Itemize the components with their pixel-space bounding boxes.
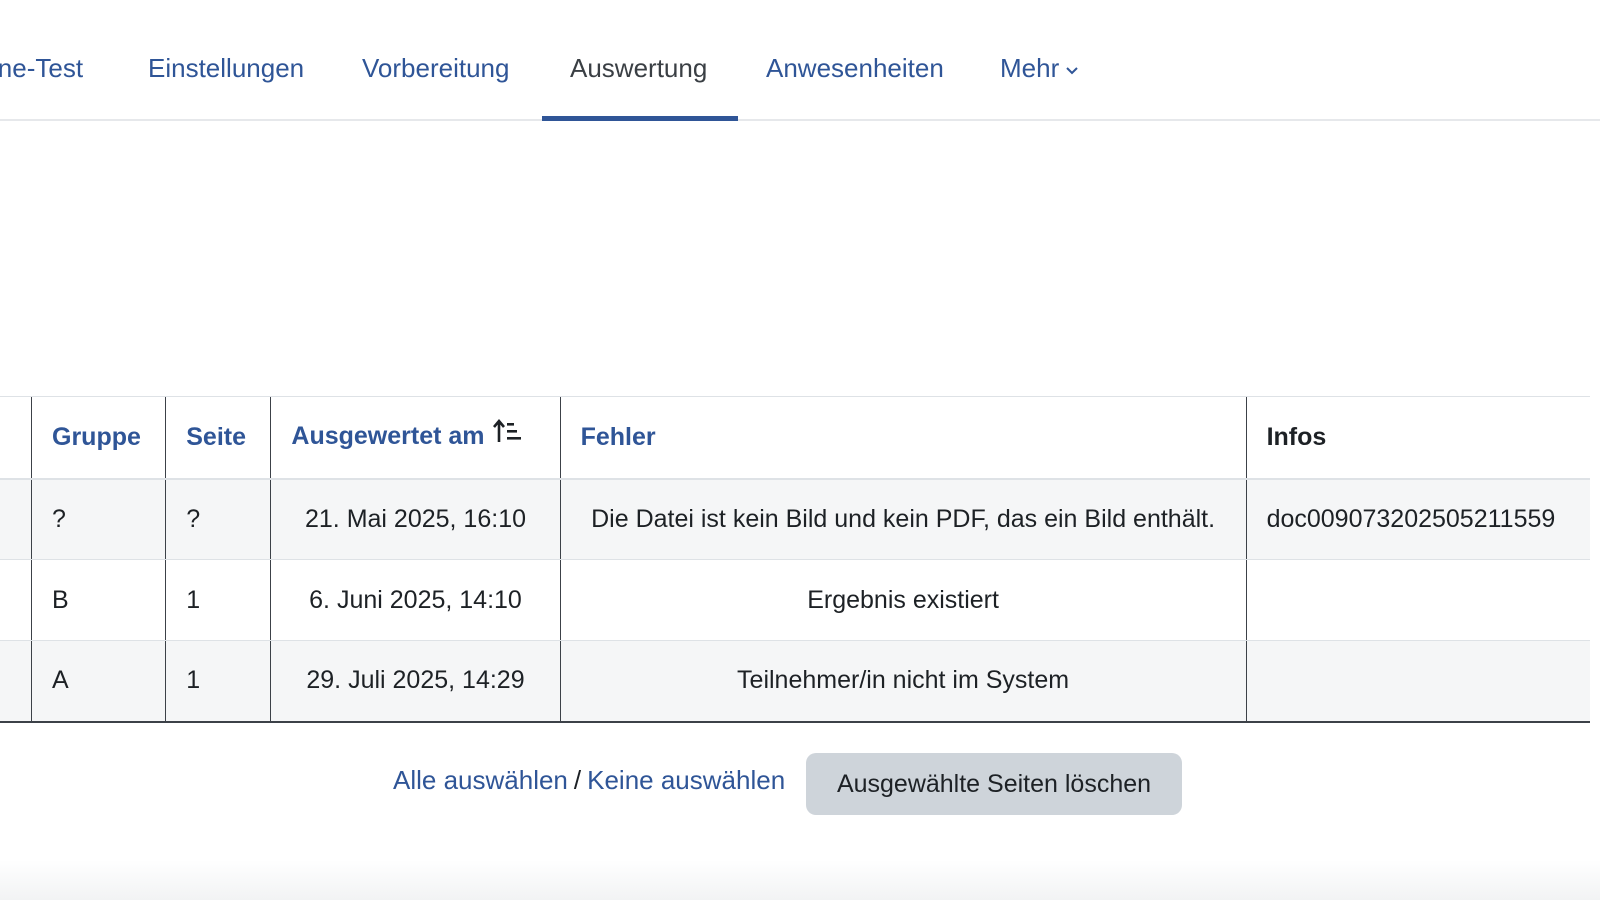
row-select-cell[interactable] <box>0 559 32 641</box>
tab-anwesenheiten[interactable]: Anwesenheiten <box>766 50 944 86</box>
cell-gruppe: A <box>30 640 166 723</box>
table-row[interactable]: B 1 6. Juni 2025, 14:10 Ergebnis existie… <box>0 559 1590 641</box>
cell-seite: 1 <box>165 559 271 641</box>
tab-online-test[interactable]: ine-Test <box>0 50 83 86</box>
header-cell-select <box>0 396 32 480</box>
cell-infos: doc009073202505211559 <box>1245 478 1590 560</box>
cell-fehler: Teilnehmer/in nicht im System <box>559 640 1247 723</box>
page-bottom-shadow <box>0 860 1600 900</box>
cell-gruppe: ? <box>30 478 166 560</box>
chevron-down-icon <box>1065 49 1079 85</box>
header-seite[interactable]: Seite <box>165 396 271 480</box>
cell-fehler: Ergebnis existiert <box>559 559 1247 641</box>
select-all-link[interactable]: Alle auswählen <box>393 765 568 795</box>
header-fehler-label: Fehler <box>580 422 656 451</box>
tab-auswertung[interactable]: Auswertung <box>570 50 707 86</box>
tab-einstellungen[interactable]: Einstellungen <box>148 50 304 86</box>
table-row[interactable]: A 1 29. Juli 2025, 14:29 Teilnehmer/in n… <box>0 640 1590 723</box>
cell-ausgewertet-am: 21. Mai 2025, 16:10 <box>270 478 561 560</box>
cell-gruppe: B <box>30 559 166 641</box>
table-header-row: Gruppe Seite Ausgewertet am Fehler Infos <box>0 396 1590 480</box>
cell-ausgewertet-am: 6. Juni 2025, 14:10 <box>270 559 561 641</box>
header-gruppe[interactable]: Gruppe <box>30 396 166 480</box>
active-tab-indicator <box>542 116 738 121</box>
cell-fehler: Die Datei ist kein Bild und kein PDF, da… <box>559 478 1247 560</box>
select-none-link[interactable]: Keine auswählen <box>587 765 785 795</box>
header-infos: Infos <box>1245 396 1590 480</box>
cell-seite: 1 <box>165 640 271 723</box>
header-seite-label: Seite <box>186 422 246 451</box>
cell-ausgewertet-am: 29. Juli 2025, 14:29 <box>270 640 561 723</box>
header-gruppe-label: Gruppe <box>52 422 141 451</box>
cell-infos <box>1245 640 1590 723</box>
tab-vorbereitung[interactable]: Vorbereitung <box>362 50 509 86</box>
header-ausgewertet-am[interactable]: Ausgewertet am <box>270 396 561 480</box>
page: ine-Test Einstellungen Vorbereitung Ausw… <box>0 0 1600 900</box>
cell-seite: ? <box>165 478 271 560</box>
delete-selected-pages-button[interactable]: Ausgewählte Seiten löschen <box>806 753 1182 815</box>
selection-links: Alle auswählen / Keine auswählen <box>393 762 785 798</box>
results-table: Gruppe Seite Ausgewertet am Fehler Infos… <box>0 396 1590 723</box>
link-separator: / <box>573 765 582 795</box>
cell-infos <box>1245 559 1590 641</box>
row-select-cell[interactable] <box>0 478 32 560</box>
table-row[interactable]: ? ? 21. Mai 2025, 16:10 Die Datei ist ke… <box>0 478 1590 560</box>
tab-mehr-label: Mehr <box>1000 53 1060 83</box>
header-ausgewertet-am-label: Ausgewertet am <box>291 421 485 450</box>
sort-ascending-icon[interactable] <box>492 418 523 451</box>
secondary-navigation: ine-Test Einstellungen Vorbereitung Ausw… <box>0 0 1600 121</box>
header-fehler[interactable]: Fehler <box>559 396 1247 480</box>
header-infos-label: Infos <box>1266 422 1327 451</box>
tab-mehr[interactable]: Mehr <box>1000 50 1079 88</box>
row-select-cell[interactable] <box>0 640 32 723</box>
